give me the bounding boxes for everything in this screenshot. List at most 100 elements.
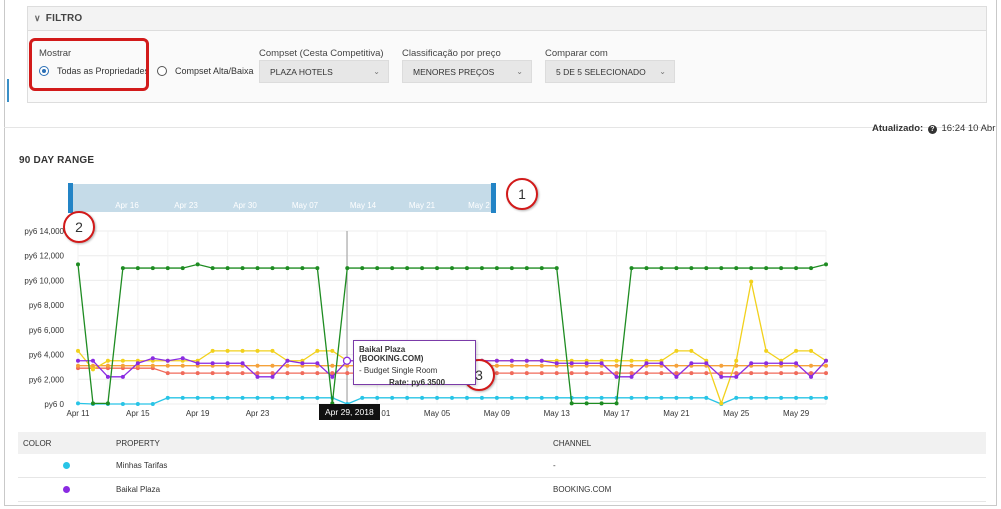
data-point	[659, 266, 664, 271]
hover-marker	[342, 356, 352, 365]
data-point	[569, 401, 574, 406]
rate-chart[interactable]: Apr 16 Apr 23 Apr 30 May 07 May 14 May 21 May …	[0, 175, 1001, 430]
col-color: COLOR	[23, 438, 52, 448]
price-value: MENORES PREÇOS	[413, 66, 495, 77]
data-point	[135, 361, 140, 366]
radio-compset[interactable]: Compset Alta/Baixa	[157, 66, 254, 76]
data-point	[794, 266, 799, 271]
data-point	[225, 395, 230, 400]
data-point	[764, 371, 769, 376]
chevron-down-icon: ⌄	[373, 67, 380, 76]
data-point	[824, 363, 828, 368]
data-point	[180, 371, 185, 376]
updated-info: Atualizado: ? 16:24 10 Abr	[872, 123, 995, 134]
data-point	[779, 371, 784, 376]
table-row[interactable]: Minhas Tarifas -	[18, 454, 986, 478]
data-point	[165, 395, 170, 400]
data-point	[315, 361, 320, 366]
data-point	[225, 371, 230, 376]
data-point	[405, 266, 410, 271]
row-property: Minhas Tarifas	[116, 461, 168, 470]
data-point	[584, 395, 589, 400]
data-point	[614, 358, 619, 363]
data-point	[599, 401, 604, 406]
data-point	[165, 363, 170, 368]
data-point	[255, 395, 260, 400]
data-point	[749, 279, 754, 284]
data-point	[749, 371, 754, 376]
data-point	[824, 358, 828, 363]
data-point	[809, 374, 814, 379]
legend-table: COLOR PROPERTY CHANNEL Minhas Tarifas - …	[18, 432, 986, 502]
updated-label: Atualizado:	[872, 123, 924, 134]
data-point	[659, 371, 664, 376]
data-point	[150, 363, 155, 368]
data-point	[689, 371, 694, 376]
data-point	[300, 395, 305, 400]
data-point	[674, 371, 679, 376]
data-point	[285, 358, 290, 363]
data-point	[270, 348, 275, 353]
data-point	[255, 374, 260, 379]
data-point	[734, 374, 739, 379]
color-dot-icon	[63, 462, 70, 469]
x-tick-label: Apr 11	[67, 409, 91, 418]
data-point	[494, 363, 499, 368]
data-point	[644, 395, 649, 400]
data-point	[509, 363, 514, 368]
data-point	[180, 356, 185, 361]
compset-value: PLAZA HOTELS	[270, 66, 333, 77]
data-point	[494, 395, 499, 400]
y-tick-label: py6 0	[44, 400, 64, 409]
data-point	[794, 361, 799, 366]
data-point	[509, 358, 514, 363]
data-point	[734, 266, 739, 271]
data-point	[120, 374, 125, 379]
data-point	[135, 402, 140, 406]
filter-header[interactable]: ∨ FILTRO	[28, 7, 986, 31]
data-point	[749, 395, 754, 400]
y-tick-label: py6 8,000	[29, 301, 65, 310]
x-tick-label: Apr 15	[126, 409, 150, 418]
data-point	[689, 361, 694, 366]
data-point	[330, 363, 335, 368]
data-point	[210, 361, 215, 366]
info-icon[interactable]: ?	[927, 125, 937, 134]
data-point	[629, 266, 634, 271]
data-point	[734, 371, 739, 376]
data-point	[270, 395, 275, 400]
data-point	[779, 395, 784, 400]
data-point	[76, 363, 80, 368]
tooltip-rate: Rate: py6 3500	[389, 378, 446, 387]
data-point	[629, 358, 634, 363]
price-select[interactable]: MENORES PREÇOS ⌄	[402, 60, 532, 83]
data-point	[210, 371, 215, 376]
data-point	[539, 395, 544, 400]
navigator-tick-label: Apr 30	[233, 201, 257, 210]
data-point	[524, 358, 529, 363]
data-point	[240, 395, 245, 400]
data-point	[644, 371, 649, 376]
compare-select[interactable]: 5 DE 5 SELECIONADO ⌄	[545, 60, 675, 83]
data-point	[76, 348, 80, 353]
compset-select[interactable]: PLAZA HOTELS ⌄	[259, 60, 389, 83]
table-row[interactable]: Baikal Plaza BOOKING.COM	[18, 478, 986, 502]
data-point	[285, 266, 290, 271]
data-point	[539, 363, 544, 368]
data-point	[150, 402, 155, 406]
data-point	[749, 361, 754, 366]
navigator-tick-label: May 21	[409, 201, 436, 210]
data-point	[285, 363, 290, 368]
chevron-down-icon: ∨	[34, 13, 41, 23]
tooltip-title: Baikal Plaza (BOOKING.COM)	[359, 345, 424, 363]
data-point	[165, 266, 170, 271]
data-point	[76, 358, 80, 363]
data-point	[524, 363, 529, 368]
y-tick-label: py6 12,000	[24, 252, 64, 261]
data-point	[734, 358, 739, 363]
data-point	[420, 395, 425, 400]
data-point	[659, 395, 664, 400]
data-point	[285, 371, 290, 376]
data-point	[674, 374, 679, 379]
data-point	[494, 358, 499, 363]
